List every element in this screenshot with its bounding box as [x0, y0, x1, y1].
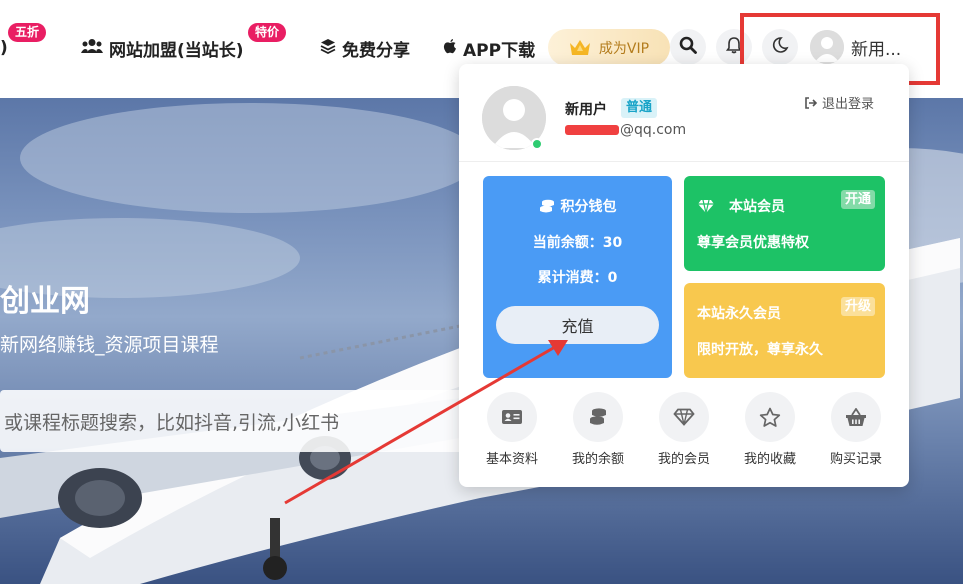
panel-email-domain: @qq.com	[620, 122, 687, 138]
search-icon	[679, 36, 697, 58]
crown-icon	[569, 39, 591, 57]
site-member-title: 本站会员	[729, 199, 785, 215]
nav-item-share-label: 免费分享	[342, 40, 410, 61]
diamond-icon	[697, 199, 715, 214]
basket-icon	[831, 392, 881, 442]
half-price-badge: 五折	[8, 23, 47, 42]
topup-button[interactable]: 充值	[496, 306, 659, 344]
lifetime-member-card[interactable]: 本站永久会员 限时开放，尊享永久 升级	[684, 283, 885, 378]
wallet-title-row: 积分钱包	[483, 196, 672, 216]
wallet-spent: 累计消费：0	[537, 270, 618, 286]
logout-label: 退出登录	[822, 97, 875, 112]
layers-icon	[320, 38, 336, 58]
quick-link-label: 我的会员	[657, 452, 710, 467]
upgrade-tag[interactable]: 升级	[840, 297, 875, 316]
wallet-balance: 当前余额：30	[532, 235, 623, 251]
id-card-icon	[487, 392, 537, 442]
quick-link-label: 我的余额	[571, 452, 624, 467]
nav-item-join[interactable]: 网站加盟(当站长)	[81, 34, 244, 62]
nav-item-app[interactable]: APP下载	[443, 34, 535, 62]
logout-link[interactable]: 退出登录	[804, 93, 874, 112]
coins-icon	[573, 392, 623, 442]
user-level-badge: 普通	[621, 98, 658, 118]
special-badge: 特价	[248, 23, 287, 42]
users-icon	[81, 38, 103, 58]
nav-item-share[interactable]: 免费分享	[320, 34, 410, 62]
wallet-card: 积分钱包 当前余额：30 累计消费：0 充值	[483, 176, 672, 378]
nav-item-discount-label: )	[0, 38, 8, 58]
hero-search-placeholder: 或课程标题搜索，比如抖音,引流,小红书	[4, 411, 340, 434]
activate-member-tag[interactable]: 开通	[840, 190, 875, 209]
site-member-card[interactable]: 本站会员 尊享会员优惠特权 开通	[684, 176, 885, 271]
become-vip-button[interactable]: 成为VIP	[548, 29, 670, 66]
diamond-icon	[659, 392, 709, 442]
lifetime-member-title: 本站永久会员	[697, 306, 781, 322]
nav-item-join-label: 网站加盟(当站长)	[109, 40, 244, 61]
panel-user-email: @qq.com	[565, 122, 686, 138]
quick-link-membership[interactable]: 我的会员	[641, 392, 727, 467]
wallet-title: 积分钱包	[560, 199, 617, 215]
site-member-desc: 尊享会员优惠特权	[697, 235, 809, 251]
hero-title: 创业网	[0, 284, 90, 319]
logout-icon	[804, 96, 818, 110]
star-icon	[745, 392, 795, 442]
apple-icon	[443, 38, 457, 58]
nav-item-discount[interactable]: )	[0, 34, 8, 62]
become-vip-label: 成为VIP	[598, 40, 650, 57]
quick-link-profile[interactable]: 基本资料	[469, 392, 555, 467]
quick-link-purchases[interactable]: 购买记录	[813, 392, 899, 467]
panel-divider	[459, 161, 909, 162]
quick-link-label: 我的收藏	[743, 452, 796, 467]
nav-item-app-label: APP下载	[463, 40, 536, 61]
quick-link-favorites[interactable]: 我的收藏	[727, 392, 813, 467]
hero-search-input[interactable]: 或课程标题搜索，比如抖音,引流,小红书	[0, 390, 460, 452]
online-status-dot	[531, 138, 543, 150]
quick-link-balance[interactable]: 我的余额	[555, 392, 641, 467]
site-member-title-row: 本站会员	[697, 196, 785, 216]
search-button[interactable]	[670, 29, 706, 65]
quick-links: 基本资料 我的余额 我的会员 我的收藏 购买记录	[469, 392, 899, 472]
email-redaction	[565, 125, 619, 135]
quick-link-label: 购买记录	[829, 452, 882, 467]
quick-link-label: 基本资料	[485, 452, 538, 467]
user-dropdown-panel: 新用户 普通 @qq.com 退出登录 积分钱包 当前余额：30 累计消费：0 …	[459, 64, 909, 487]
lifetime-member-desc: 限时开放，尊享永久	[697, 342, 823, 358]
panel-user-name: 新用户	[565, 102, 607, 118]
coins-icon	[539, 199, 555, 214]
hero-subtitle: 新网络赚钱_资源项目课程	[0, 334, 219, 356]
